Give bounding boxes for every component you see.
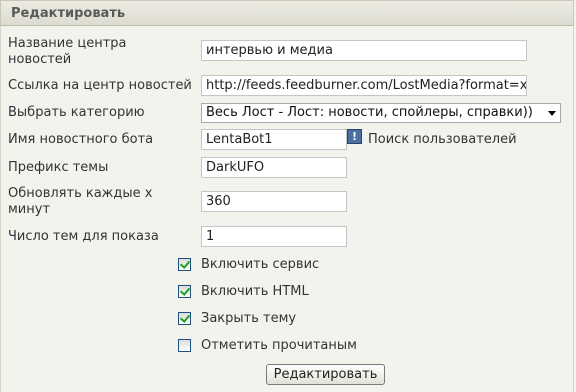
user-search-link[interactable]: Поиск пользователей xyxy=(368,132,517,147)
update-interval-input[interactable]: 360 xyxy=(201,191,347,212)
mark-read-checkbox[interactable] xyxy=(178,339,191,352)
panel-header: Редактировать xyxy=(0,0,574,26)
category-select[interactable]: Весь Лост - Лост: новости, спойлеры, спр… xyxy=(201,103,561,123)
close-topic-checkbox[interactable] xyxy=(178,312,191,325)
topic-prefix-input[interactable]: DarkUFO xyxy=(201,157,347,178)
update-interval-label: Обновлять каждые x минут xyxy=(8,186,153,217)
feed-url-input[interactable]: http://feeds.feedburner.com/LostMedia?fo… xyxy=(201,75,527,96)
chevron-down-icon xyxy=(548,111,556,116)
bot-name-input[interactable]: LentaBot1 xyxy=(201,129,347,150)
mark-read-label: Отметить прочитаным xyxy=(201,338,357,353)
close-topic-label: Закрыть тему xyxy=(201,311,297,326)
topic-prefix-label: Префикс темы xyxy=(8,160,109,175)
category-selected-value: Весь Лост - Лост: новости, спойлеры, спр… xyxy=(206,105,533,120)
panel-title: Редактировать xyxy=(11,6,126,21)
enable-service-label: Включить сервис xyxy=(201,257,320,272)
feed-name-input[interactable]: интервью и медиа xyxy=(201,40,527,61)
bot-name-label: Имя новостного бота xyxy=(8,132,154,147)
enable-html-checkbox[interactable] xyxy=(178,285,191,298)
topics-count-label: Число тем для показа xyxy=(8,229,159,244)
topics-count-input[interactable]: 1 xyxy=(201,226,347,247)
enable-html-label: Включить HTML xyxy=(201,284,309,299)
feed-url-label: Ссылка на центр новостей xyxy=(8,78,192,93)
user-search-icon[interactable]: ! xyxy=(347,129,362,144)
submit-button[interactable]: Редактировать xyxy=(266,364,385,385)
feed-name-label: Название центра новостей xyxy=(8,36,127,67)
enable-service-checkbox[interactable] xyxy=(178,258,191,271)
category-label: Выбрать категорию xyxy=(8,105,145,120)
